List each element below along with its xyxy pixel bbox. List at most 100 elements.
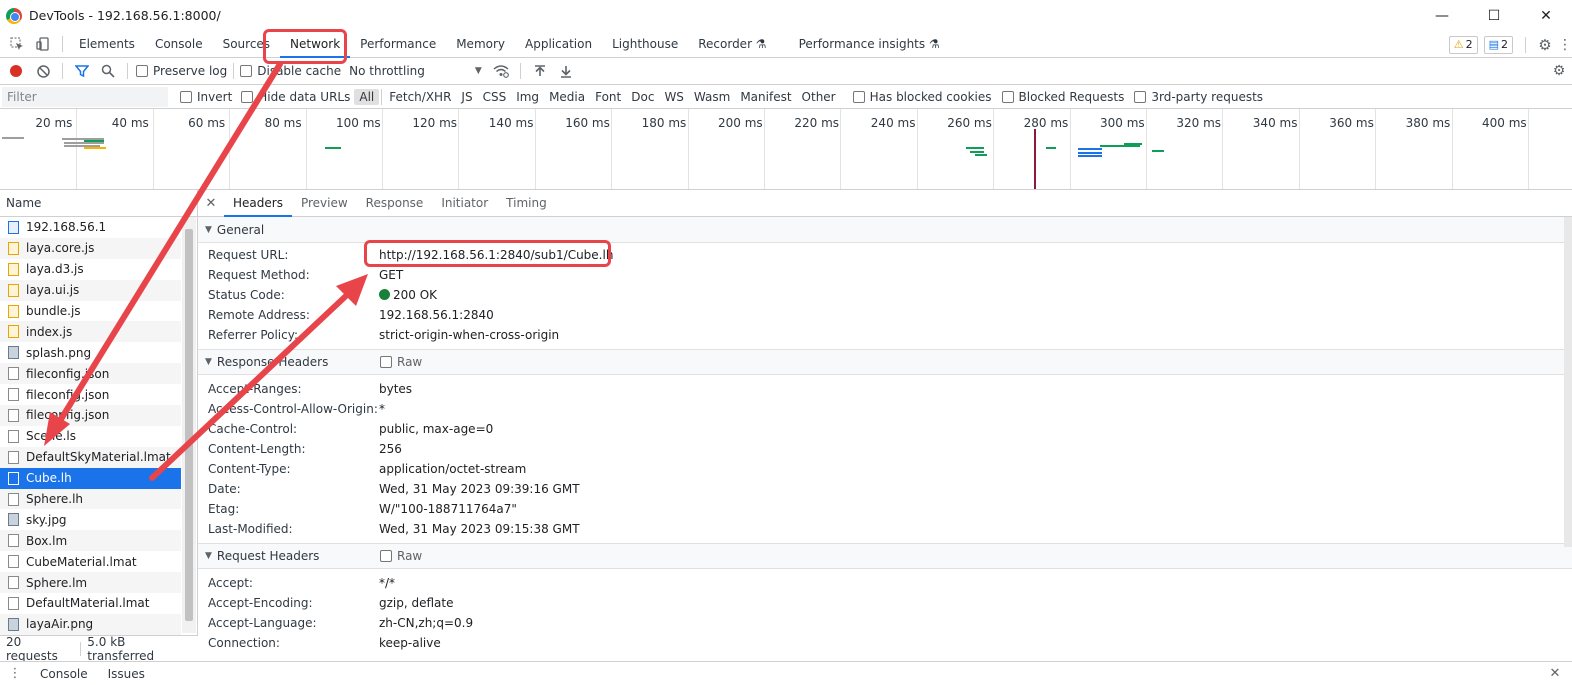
import-har-icon[interactable] [527,58,553,84]
close-details-icon[interactable]: ✕ [198,196,224,211]
request-row[interactable]: Sphere.lm [0,572,181,594]
drawer-tab-console[interactable]: Console [30,667,98,681]
disable-cache-box[interactable] [240,65,253,77]
network-conditions-icon[interactable] [488,58,514,84]
preserve-log-box[interactable] [136,65,148,77]
header-value[interactable]: */* [379,576,395,590]
close-drawer-icon[interactable]: ✕ [1542,666,1568,681]
inspect-element-icon[interactable] [4,31,30,57]
header-value[interactable]: zh-CN,zh;q=0.9 [379,616,473,630]
preserve-log-checkbox[interactable]: Preserve log [136,64,227,78]
invert-box[interactable] [180,90,192,103]
filter-type-fetch-xhr[interactable]: Fetch/XHR [384,89,456,105]
tab-memory[interactable]: Memory [446,31,515,58]
tab-performance-insights[interactable]: Performance insights ⚗ [789,31,950,58]
filter-type-manifest[interactable]: Manifest [735,89,796,105]
header-value[interactable]: GET [379,268,403,282]
filter-type-img[interactable]: Img [511,89,544,105]
network-settings-gear-icon[interactable]: ⚙ [1546,58,1572,84]
request-row[interactable]: layaAir.png [0,613,181,635]
drawer-menu-icon[interactable]: ⋮ [0,666,30,681]
request-row[interactable]: laya.ui.js [0,279,181,301]
response-headers-section-header[interactable]: ▼ Response Headers Raw [198,349,1572,375]
request-row[interactable]: DefaultMaterial.lmat [0,593,181,614]
filter-icon[interactable] [69,58,95,84]
tab-elements[interactable]: Elements [69,31,145,58]
response-raw-box[interactable] [380,356,392,368]
tab-lighthouse[interactable]: Lighthouse [602,31,688,58]
header-value[interactable]: bytes [379,382,412,396]
tab-preview[interactable]: Preview [292,190,357,217]
tab-timing[interactable]: Timing [497,190,556,217]
close-window-button[interactable]: ✕ [1520,0,1572,31]
filter-input[interactable] [2,86,168,107]
blocked-cookies-box[interactable] [852,90,865,103]
invert-checkbox[interactable]: Invert [180,90,232,104]
header-value[interactable]: Wed, 31 May 2023 09:15:38 GMT [379,522,580,536]
tab-console[interactable]: Console [145,31,213,58]
request-row[interactable]: laya.core.js [0,237,181,259]
request-row[interactable]: splash.png [0,342,181,363]
request-row[interactable]: Box.lm [0,530,181,552]
request-row[interactable]: index.js [0,321,181,343]
request-row[interactable]: bundle.js [0,301,181,322]
header-value[interactable]: public, max-age=0 [379,422,493,436]
tab-headers[interactable]: Headers [224,190,292,217]
tab-sources[interactable]: Sources [213,31,280,58]
header-value[interactable]: Wed, 31 May 2023 09:39:16 GMT [379,482,580,496]
request-row[interactable]: Scene.ls [0,426,181,447]
blocked-requests-box[interactable] [1001,90,1014,103]
tab-application[interactable]: Application [515,31,602,58]
request-row[interactable]: fileconfig.json [0,405,181,426]
hide-data-urls-checkbox[interactable]: Hide data URLs [241,90,350,104]
header-value[interactable]: * [379,402,385,416]
filter-type-css[interactable]: CSS [478,89,512,105]
export-har-icon[interactable] [553,58,579,84]
request-row[interactable]: CubeMaterial.lmat [0,551,181,572]
request-row[interactable]: fileconfig.json [0,384,181,405]
header-value[interactable]: 192.168.56.1:2840 [379,308,494,322]
scroll-thumb[interactable] [185,229,193,621]
header-value[interactable]: gzip, deflate [379,596,454,610]
details-scrollbar[interactable] [1564,217,1572,547]
more-options-icon[interactable]: ⋮ [1558,32,1572,58]
header-value[interactable]: 256 [379,442,402,456]
request-row[interactable]: laya.d3.js [0,259,181,280]
filter-type-wasm[interactable]: Wasm [689,89,735,105]
tab-performance[interactable]: Performance [350,31,446,58]
request-raw-box[interactable] [380,550,392,562]
tab-response[interactable]: Response [357,190,433,217]
request-list-scrollbar[interactable] [182,217,196,633]
drawer-tab-issues[interactable]: Issues [98,667,155,681]
request-row[interactable]: DefaultSkyMaterial.lmat [0,446,181,468]
record-button[interactable] [10,65,22,77]
messages-badge[interactable]: ▤ 2 [1483,35,1513,54]
filter-type-all[interactable]: All [354,88,380,105]
name-column-header[interactable]: Name [0,190,197,217]
maximize-button[interactable]: ☐ [1468,0,1520,31]
header-value[interactable]: application/octet-stream [379,462,526,476]
status-code-value[interactable]: 200 OK [379,288,437,302]
tab-network[interactable]: Network [280,31,351,58]
filter-type-other[interactable]: Other [797,89,841,105]
request-row[interactable]: fileconfig.json [0,363,181,385]
blocked-cookies-checkbox[interactable]: Has blocked cookies [852,90,992,104]
network-overview-timeline[interactable]: 20 ms 40 ms 60 ms 80 ms 100 ms 120 ms 140 ms 16… [0,109,1572,190]
filter-type-ws[interactable]: WS [659,89,688,105]
search-icon[interactable] [95,58,121,84]
request-row[interactable]: Cube.lh [0,467,181,489]
warnings-badge[interactable]: ⚠ 2 [1448,35,1478,54]
request-row[interactable]: Sphere.lh [0,488,181,510]
header-value[interactable]: http://192.168.56.1:2840/sub1/Cube.lh [379,248,613,262]
third-party-checkbox[interactable]: 3rd-party requests [1134,90,1263,104]
third-party-box[interactable] [1134,90,1147,103]
tab-recorder[interactable]: Recorder ⚗ [688,31,776,58]
filter-type-js[interactable]: JS [456,89,477,105]
request-raw-checkbox[interactable]: Raw [380,549,422,563]
request-row[interactable]: 192.168.56.1 [0,217,181,238]
throttling-select[interactable]: No throttling ▼ [349,64,482,78]
request-row[interactable]: sky.jpg [0,509,181,530]
clear-icon[interactable] [30,58,56,84]
request-headers-section-header[interactable]: ▼ Request Headers Raw [198,543,1572,569]
header-value[interactable]: strict-origin-when-cross-origin [379,328,559,342]
